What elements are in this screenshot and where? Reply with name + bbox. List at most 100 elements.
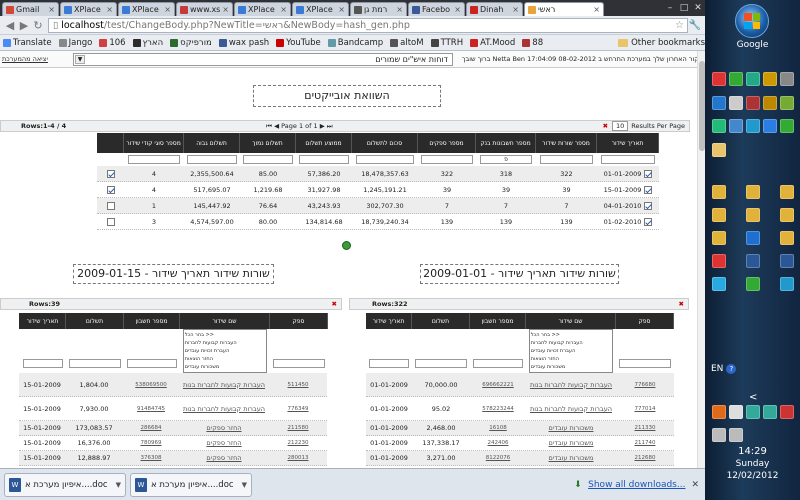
close-red-icon[interactable]: ✖ [603, 122, 608, 130]
word-icon[interactable] [780, 254, 794, 268]
browser-tab[interactable]: XPlace × [60, 2, 117, 16]
ie-icon[interactable] [746, 231, 760, 245]
download-item[interactable]: W איפיון מערכת א....doc ▼ [4, 472, 126, 497]
multiselect-option[interactable]: העברות קבועות לחברות [185, 339, 237, 347]
table-row[interactable]: 280013 החזר ספקים 376308 12,888.97 15-01-200… [19, 451, 327, 466]
word-icon[interactable] [746, 254, 760, 268]
column-header[interactable]: תשלום [66, 313, 124, 329]
cell-account[interactable]: 286684 [141, 425, 162, 431]
app-icon[interactable] [763, 72, 777, 86]
browser-tab[interactable]: www.xs × [176, 2, 233, 16]
column-header[interactable]: ספק [270, 313, 328, 329]
cell-name[interactable]: העברות קבועות לחברות בנות [183, 405, 265, 413]
filter-input[interactable] [187, 155, 237, 164]
cell-account[interactable]: 242406 [488, 440, 509, 446]
bookmark-item[interactable]: מורפיקס [170, 38, 212, 48]
other-bookmarks[interactable]: Other bookmarks [618, 38, 705, 48]
cell-supplier[interactable]: 777014 [635, 406, 656, 412]
name-multiselect[interactable]: בחר הכל >> העברות קבועות לחברות העברת זכוי… [182, 329, 268, 373]
multiselect-option[interactable]: העברות קבועות לחברות [531, 339, 583, 347]
bookmark-item[interactable]: altoM [390, 38, 424, 48]
multiselect-option[interactable]: העברת זכויות עובדים [185, 347, 230, 355]
bookmark-item[interactable]: Translate [3, 38, 52, 48]
cell-account[interactable]: 376308 [141, 455, 162, 461]
folder-icon[interactable] [712, 143, 726, 157]
column-header[interactable]: מספר ספקים [418, 133, 476, 153]
filter-input[interactable] [355, 155, 415, 164]
tab-close-icon[interactable]: × [222, 5, 229, 14]
download-item[interactable]: W איפיון מערכת א....doc ▼ [130, 472, 252, 497]
cell-name[interactable]: העברות קבועות לחברות בנות [530, 381, 612, 389]
bookmark-item[interactable]: Bandcamp [327, 38, 383, 48]
column-header[interactable]: תשלום גבוה [184, 133, 240, 153]
browser-tab[interactable]: XPlace × [118, 2, 175, 16]
filter-input[interactable] [127, 358, 177, 368]
column-header[interactable]: שם שידור [180, 313, 270, 329]
table-row[interactable]: 511450 העברות קבועות לחברות בנות 538069500… [19, 373, 327, 397]
cell-supplier[interactable]: 211580 [288, 425, 309, 431]
column-header[interactable]: שם שידור [526, 313, 616, 329]
folder-icon[interactable] [746, 185, 760, 199]
cell-account[interactable]: 578223244 [482, 406, 514, 412]
prev-page-icon[interactable]: ◀ [274, 122, 279, 130]
bookmark-item[interactable]: TTRH [430, 38, 463, 48]
table-row[interactable]: 211580 החזר ספקים 286684 173,083.57 15-01-20… [19, 421, 327, 436]
app-icon[interactable] [746, 96, 760, 110]
cell-name[interactable]: משכורות עובדים [549, 439, 594, 447]
multiselect-option[interactable]: בחר הכל >> [185, 331, 214, 339]
tray-chevron-icon[interactable]: < [749, 392, 757, 403]
tab-close-icon[interactable]: × [396, 5, 403, 14]
folder-icon[interactable] [712, 231, 726, 245]
minimize-icon[interactable]: – [663, 0, 677, 16]
filter-input[interactable] [473, 358, 523, 368]
cell-supplier[interactable]: 511450 [288, 382, 309, 388]
app-icon[interactable] [712, 119, 726, 133]
cell-supplier[interactable]: 212680 [635, 455, 656, 461]
folder-icon[interactable] [712, 208, 726, 222]
browser-tab[interactable]: ראשי × [524, 2, 604, 16]
table-row[interactable]: 01-02-2010 139 139 139 18,739,240.34 134,814.… [97, 214, 659, 230]
row-checkbox[interactable] [644, 217, 653, 226]
left-close-icon[interactable]: ✖ [332, 300, 337, 308]
folder-icon[interactable] [746, 208, 760, 222]
cell-name[interactable]: החזר ספקים [206, 424, 241, 432]
tab-close-icon[interactable]: × [593, 5, 600, 14]
filter-input[interactable] [421, 155, 473, 164]
tray-icon[interactable] [780, 405, 794, 419]
bookmark-item[interactable]: YouTube [276, 38, 321, 48]
column-header[interactable]: מספר חשבונות בנק [476, 133, 536, 153]
browser-tab[interactable]: Gmail × [2, 2, 59, 16]
cell-supplier[interactable]: 212230 [288, 440, 309, 446]
green-app-icon[interactable] [746, 72, 760, 86]
app-icon[interactable] [712, 96, 726, 110]
table-row[interactable]: 776680 העברות קבועות לחברות בנות 696662221… [366, 373, 674, 397]
tab-close-icon[interactable]: × [454, 5, 461, 14]
multiselect-option[interactable]: משכורות עובדים [185, 363, 220, 371]
folder-icon[interactable] [780, 231, 794, 245]
filter-input[interactable]: פ [479, 155, 533, 164]
cell-name[interactable]: החזר ספקים [206, 439, 241, 447]
table-row[interactable]: 212680 משכורות עובדים 8122076 3,271.00 01-01… [366, 451, 674, 466]
last-page-icon[interactable]: ⏭ [327, 122, 333, 130]
bookmark-item[interactable]: 88 [522, 38, 543, 48]
table-row[interactable]: 04-01-2010 7 7 7 302,707.30 43,243.93 76.64 145… [97, 198, 659, 214]
cell-account[interactable]: 696662221 [482, 382, 514, 388]
column-header[interactable]: מספר חשבון [124, 313, 180, 329]
bookmark-item[interactable]: Jango [58, 38, 92, 48]
compare-checkbox[interactable] [106, 169, 115, 178]
bookmark-item[interactable]: 106 [99, 38, 126, 48]
app-icon[interactable] [780, 277, 794, 291]
multiselect-option[interactable]: החזר הוצאות [185, 355, 213, 363]
filter-input[interactable] [22, 358, 64, 368]
system-clock[interactable]: 14:29 Sunday 12/02/2012 [705, 446, 800, 482]
filter-input[interactable] [600, 155, 656, 164]
app-icon[interactable] [780, 72, 794, 86]
table-row[interactable]: 01-01-2009 322 318 322 18,478,357.63 57,386.2… [97, 166, 659, 182]
compare-checkbox[interactable] [106, 217, 115, 226]
volume-icon[interactable] [729, 428, 743, 442]
browser-tab[interactable]: Dinah × [466, 2, 523, 16]
table-row[interactable]: 15-01-2009 39 39 39 1,245,191.21 31,927.98 1,2… [97, 182, 659, 198]
table-row[interactable]: 211330 משכורות עובדים 16108 2,468.00 01-01-2… [366, 421, 674, 436]
multiselect-option[interactable]: בחר הכל >> [531, 331, 560, 339]
filter-input[interactable] [243, 155, 293, 164]
